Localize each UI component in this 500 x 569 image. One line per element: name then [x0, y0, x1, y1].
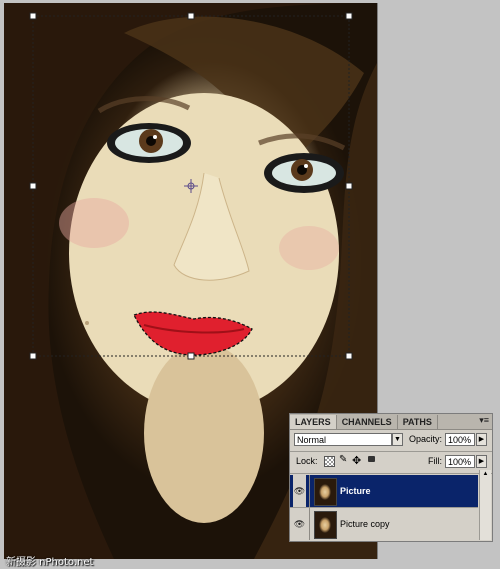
canvas-area[interactable]: 新摄影 nPhoto.net LAYERS CHANNELS PATHS ▾≡ …: [0, 0, 500, 569]
brush-icon[interactable]: ✎: [339, 454, 347, 465]
layer-thumbnail: [314, 511, 337, 539]
eye-icon[interactable]: 👁: [293, 475, 306, 507]
divider: [309, 508, 310, 540]
scroll-up-icon[interactable]: ▲: [481, 470, 490, 479]
triangle-right-icon[interactable]: ▶: [476, 433, 487, 446]
watermark: 新摄影 nPhoto.net: [6, 557, 94, 568]
panel-tabs: LAYERS CHANNELS PATHS ▾≡: [290, 414, 492, 430]
tab-paths[interactable]: PATHS: [398, 415, 438, 429]
checkerboard-icon[interactable]: [324, 456, 335, 467]
triangle-right-icon[interactable]: ▶: [476, 455, 487, 468]
triangle-down-icon[interactable]: ▼: [392, 433, 403, 446]
blend-mode-select[interactable]: Normal: [294, 433, 392, 446]
layer-row-picture-copy[interactable]: 👁 Picture copy: [290, 508, 478, 540]
divider: [309, 475, 310, 507]
fill-field[interactable]: 100%: [445, 455, 475, 468]
divider: [290, 473, 492, 474]
layer-thumbnail: [314, 478, 337, 506]
opacity-field[interactable]: 100%: [445, 433, 475, 446]
tab-channels[interactable]: CHANNELS: [337, 415, 398, 429]
padlock-icon[interactable]: [368, 456, 375, 462]
panel-scrollbar[interactable]: ▲: [479, 470, 491, 540]
lock-row: Lock: ✎ ✥ Fill: 100% ▶: [290, 454, 492, 471]
tab-layers[interactable]: LAYERS: [290, 415, 337, 429]
panel-menu-icon[interactable]: ▾≡: [479, 415, 489, 426]
divider: [290, 451, 492, 452]
eye-icon[interactable]: 👁: [293, 508, 306, 540]
layer-name: Picture copy: [340, 519, 390, 529]
lock-label: Lock:: [296, 456, 318, 466]
move-icon[interactable]: ✥: [352, 454, 361, 467]
fill-label: Fill:: [428, 456, 442, 466]
layer-row-picture[interactable]: 👁 Picture: [290, 475, 478, 507]
layer-name: Picture: [340, 486, 371, 496]
blend-row: Normal ▼ Opacity: 100% ▶: [290, 433, 492, 449]
layers-panel: LAYERS CHANNELS PATHS ▾≡ Normal ▼ Opacit…: [289, 413, 493, 542]
opacity-label: Opacity:: [409, 434, 443, 444]
